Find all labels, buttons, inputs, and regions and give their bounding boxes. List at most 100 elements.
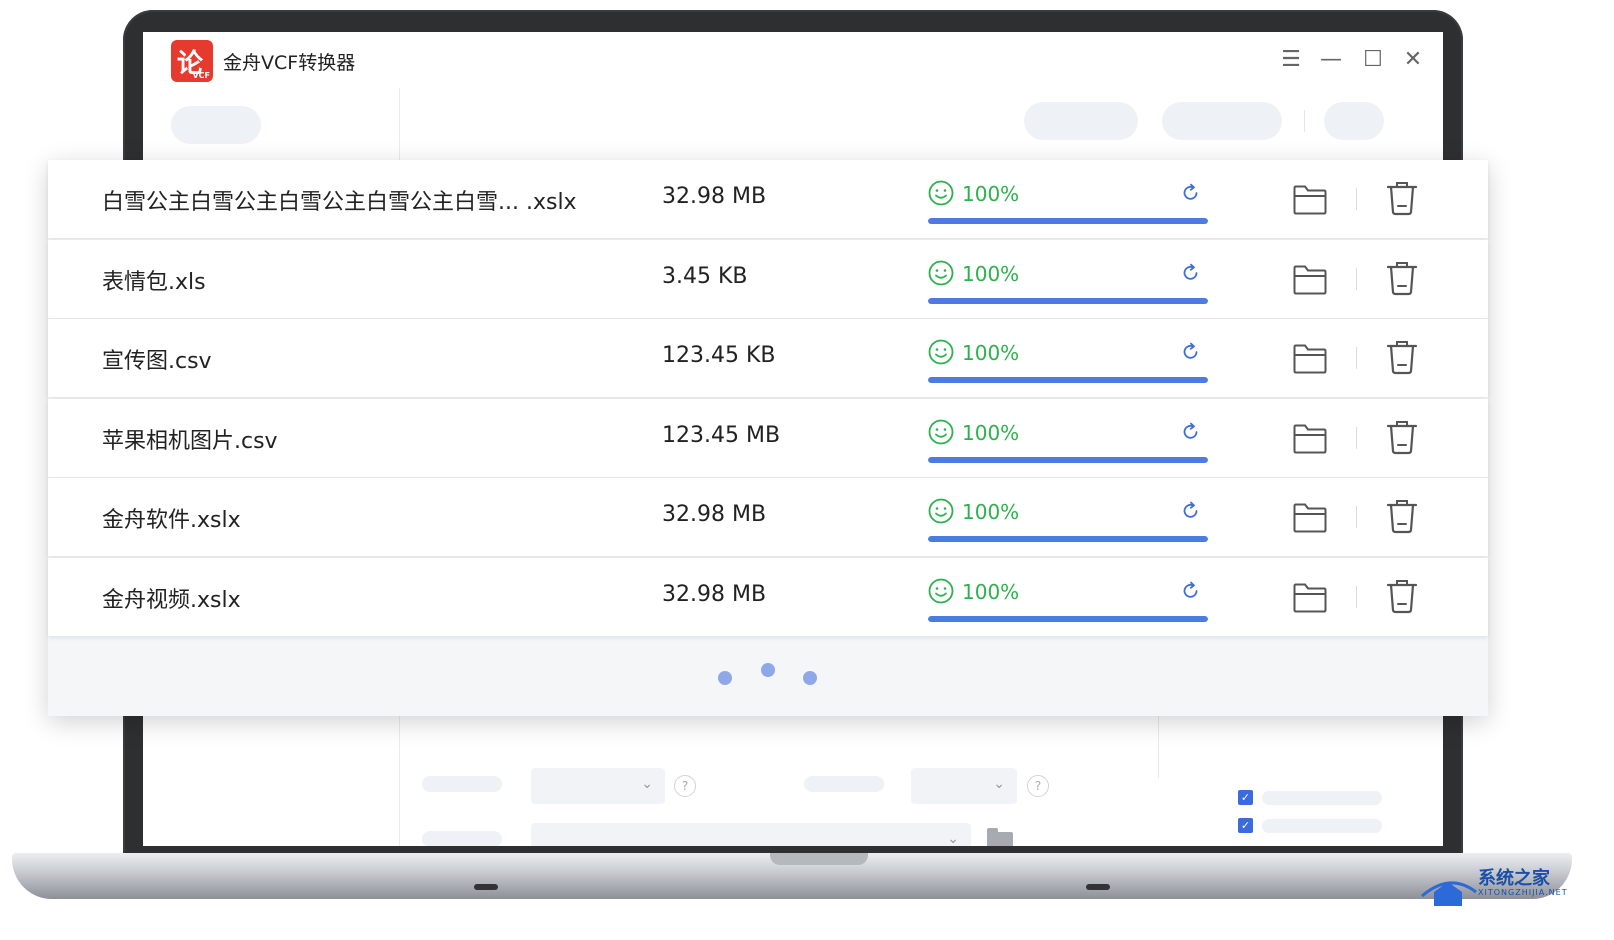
progress-fill xyxy=(928,297,1208,304)
open-folder-icon[interactable] xyxy=(1292,182,1328,216)
file-size: 32.98 MB xyxy=(662,502,767,528)
action-divider xyxy=(1356,267,1357,290)
smile-icon xyxy=(928,339,954,365)
smile-icon xyxy=(928,419,954,445)
file-row: 宣传图.csv 123.45 KB 100% xyxy=(48,319,1488,398)
trash-icon[interactable] xyxy=(1386,339,1418,375)
retry-icon[interactable] xyxy=(1180,580,1202,602)
retry-icon[interactable] xyxy=(1180,421,1202,443)
progress-percent: 100% xyxy=(962,500,1020,525)
loading-dot xyxy=(718,671,732,685)
help-icon[interactable]: ? xyxy=(674,775,696,797)
progress-fill xyxy=(928,218,1208,224)
file-size: 3.45 KB xyxy=(662,263,748,289)
toolbar-pill-placeholder xyxy=(1162,102,1282,140)
retry-icon[interactable] xyxy=(1180,341,1202,363)
file-list-card: 白雪公主白雪公主白雪公主白雪公主白雪... .xslx 32.98 MB 100… xyxy=(48,160,1488,716)
open-folder-icon[interactable] xyxy=(1292,500,1328,534)
file-name: 宣传图.csv xyxy=(102,349,212,375)
file-name: 白雪公主白雪公主白雪公主白雪公主白雪... .xslx xyxy=(102,190,577,215)
progress-track xyxy=(928,377,1208,384)
progress-percent: 100% xyxy=(962,420,1020,445)
settings-divider xyxy=(1158,708,1159,778)
progress-percent: 100% xyxy=(962,261,1020,286)
progress-track xyxy=(928,297,1208,304)
file-row: 金舟视频.xslx 32.98 MB 100% xyxy=(48,558,1488,636)
option-label-placeholder xyxy=(1262,819,1382,833)
chevron-down-icon: ⌄ xyxy=(947,831,959,846)
progress-track xyxy=(928,456,1208,463)
close-icon[interactable]: ✕ xyxy=(1399,46,1427,74)
file-size: 32.98 MB xyxy=(662,582,767,607)
action-divider xyxy=(1356,426,1357,449)
laptop-notch xyxy=(770,853,868,865)
title-bar: 论 VCF 金舟VCF转换器 ☰ — ☐ ✕ xyxy=(143,32,1443,89)
menu-icon[interactable]: ☰ xyxy=(1277,46,1305,74)
loading-dot xyxy=(761,663,775,677)
action-divider xyxy=(1356,586,1357,608)
conversion-progress: 100% xyxy=(928,337,1208,387)
file-row: 苹果相机图片.csv 123.45 MB 100% xyxy=(48,398,1488,477)
retry-icon[interactable] xyxy=(1180,500,1202,522)
progress-fill xyxy=(928,377,1208,384)
file-row: 表情包.xls 3.45 KB 100% xyxy=(48,239,1488,318)
smile-icon xyxy=(928,578,954,604)
output-path-select[interactable]: ⌄ xyxy=(531,823,971,846)
conversion-progress: 100% xyxy=(928,576,1208,626)
minimize-icon[interactable]: — xyxy=(1317,46,1345,74)
help-icon[interactable]: ? xyxy=(1027,775,1049,797)
trash-icon[interactable] xyxy=(1386,180,1418,216)
action-divider xyxy=(1356,506,1357,529)
progress-percent: 100% xyxy=(962,182,1020,206)
file-row: 白雪公主白雪公主白雪公主白雪公主白雪... .xslx 32.98 MB 100… xyxy=(48,160,1488,238)
retry-icon[interactable] xyxy=(1180,262,1202,284)
open-folder-icon[interactable] xyxy=(1292,262,1328,296)
smile-icon xyxy=(928,498,954,524)
open-folder-icon[interactable] xyxy=(1292,421,1328,455)
option-checkbox[interactable]: ✓ xyxy=(1238,790,1253,805)
file-name: 苹果相机图片.csv xyxy=(102,428,278,454)
app-logo: 论 VCF xyxy=(171,40,213,82)
file-row: 金舟软件.xslx 32.98 MB 100% xyxy=(48,478,1488,557)
progress-track xyxy=(928,218,1208,224)
laptop-foot xyxy=(1086,884,1110,890)
chevron-down-icon: ⌄ xyxy=(641,776,653,792)
conversion-progress: 100% xyxy=(928,178,1208,228)
maximize-icon[interactable]: ☐ xyxy=(1359,46,1387,74)
progress-fill xyxy=(928,536,1208,543)
file-name: 金舟视频.xslx xyxy=(102,588,241,613)
trash-icon[interactable] xyxy=(1386,419,1418,455)
setting-label-placeholder xyxy=(422,831,502,846)
loading-dot xyxy=(803,671,817,685)
option-checkbox[interactable]: ✓ xyxy=(1238,818,1253,833)
open-folder-icon[interactable] xyxy=(1292,580,1328,614)
watermark-subtext: XITONGZHIJIA.NET xyxy=(1478,888,1568,897)
encoding-select[interactable]: ⌄ xyxy=(911,768,1017,804)
file-name: 表情包.xls xyxy=(102,269,206,295)
toolbar-pill-placeholder xyxy=(1024,102,1138,140)
trash-icon[interactable] xyxy=(1386,498,1418,534)
file-size: 123.45 MB xyxy=(662,422,781,448)
file-name: 金舟软件.xslx xyxy=(102,508,241,534)
trash-icon[interactable] xyxy=(1386,578,1418,614)
conversion-progress: 100% xyxy=(928,258,1208,308)
progress-fill xyxy=(928,616,1208,622)
retry-icon[interactable] xyxy=(1180,182,1202,204)
action-divider xyxy=(1356,347,1357,370)
laptop-foot xyxy=(474,884,498,890)
toolbar-divider xyxy=(1304,110,1305,132)
sidebar-pill-placeholder xyxy=(171,106,261,144)
format-select[interactable]: ⌄ xyxy=(531,768,665,804)
file-size: 123.45 KB xyxy=(662,343,776,369)
open-folder-icon[interactable] xyxy=(1292,341,1328,375)
setting-label-placeholder xyxy=(422,776,502,792)
watermark-text: 系统之家 xyxy=(1478,868,1550,889)
file-size: 32.98 MB xyxy=(662,184,767,209)
progress-percent: 100% xyxy=(962,341,1020,366)
progress-percent: 100% xyxy=(962,580,1020,604)
browse-folder-icon[interactable] xyxy=(987,828,1013,846)
app-logo-vcf: VCF xyxy=(192,71,210,80)
progress-track xyxy=(928,536,1208,543)
progress-track xyxy=(928,616,1208,622)
trash-icon[interactable] xyxy=(1386,260,1418,296)
